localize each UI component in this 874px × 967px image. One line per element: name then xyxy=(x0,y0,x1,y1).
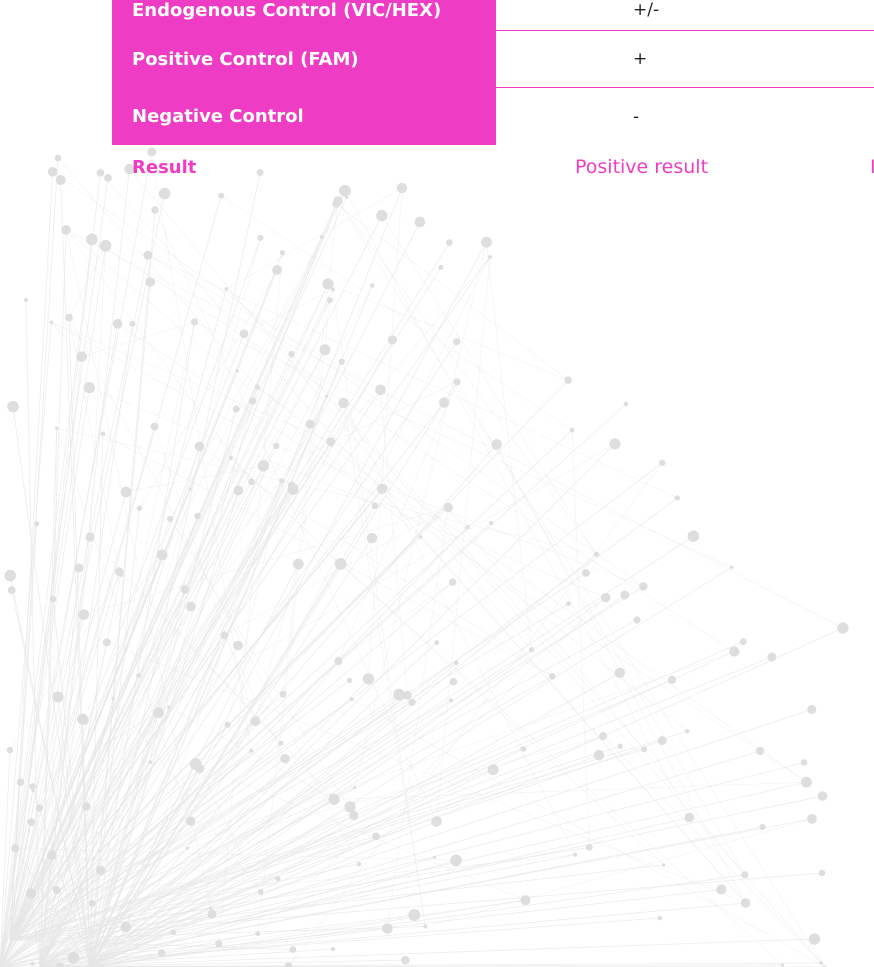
row-value: +/- xyxy=(496,0,874,31)
document-page: Endogenous Control (VIC/HEX) +/- Positiv… xyxy=(0,0,874,967)
network-lines-graphic xyxy=(0,147,849,967)
row-label: Positive Control (FAM) xyxy=(112,31,496,88)
row-value: - xyxy=(496,88,874,145)
result-row: Result Positive result I xyxy=(112,148,874,186)
row-value: + xyxy=(496,31,874,88)
controls-table: Endogenous Control (VIC/HEX) +/- Positiv… xyxy=(112,0,874,145)
table-row: Positive Control (FAM) + xyxy=(112,31,874,88)
result-value: Positive result xyxy=(575,156,709,178)
result-label: Result xyxy=(132,156,197,178)
table-row: Negative Control - xyxy=(112,88,874,145)
row-label: Endogenous Control (VIC/HEX) xyxy=(112,0,496,31)
table-row: Endogenous Control (VIC/HEX) +/- xyxy=(112,0,874,31)
result-value-clipped: I xyxy=(870,156,874,178)
row-label: Negative Control xyxy=(112,88,496,145)
